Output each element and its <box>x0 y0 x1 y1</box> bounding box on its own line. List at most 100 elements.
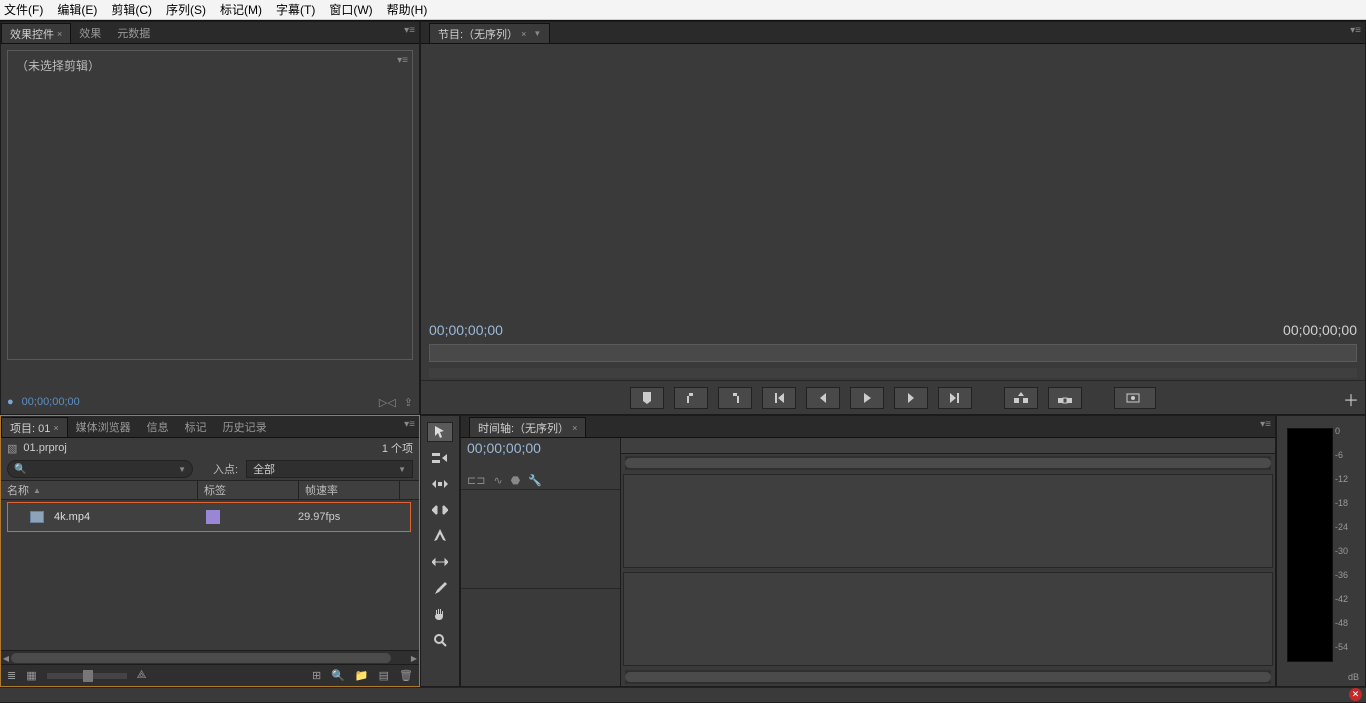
source-timecode[interactable]: 00;00;00;00 <box>22 396 80 408</box>
linked-selection-icon[interactable]: ∿ <box>493 474 502 487</box>
rate-stretch-tool[interactable] <box>427 500 453 520</box>
meter-tick: -54 <box>1335 642 1348 652</box>
tab-project[interactable]: 项目: 01× <box>1 417 68 437</box>
col-name-header[interactable]: 名称▲ <box>1 482 197 498</box>
button-editor-add[interactable]: ＋ <box>1343 387 1359 411</box>
zoom-tool[interactable] <box>427 630 453 650</box>
sort-icon[interactable]: ⟁ <box>137 669 147 682</box>
scroll-left-icon[interactable]: ◀ <box>1 652 11 664</box>
scrollbar-thumb[interactable] <box>11 653 391 663</box>
menu-clip[interactable]: 剪辑(C) <box>111 1 152 18</box>
icon-view-button[interactable]: ▦ <box>26 669 36 682</box>
slider-knob[interactable] <box>83 670 93 682</box>
panel-menu-icon[interactable]: ▾≡ <box>404 419 415 430</box>
tab-effect-controls[interactable]: 效果控件× <box>1 23 71 43</box>
statusbar: ✕ <box>0 687 1366 702</box>
project-item-label-color[interactable] <box>206 510 220 524</box>
play-button[interactable] <box>850 387 884 409</box>
project-h-scrollbar[interactable]: ◀ ▶ <box>1 650 419 664</box>
slip-tool[interactable] <box>427 552 453 572</box>
video-track-headers[interactable] <box>461 489 620 588</box>
chevron-down-icon[interactable]: ▼ <box>533 29 541 38</box>
delete-button[interactable]: 🗑 <box>399 669 413 682</box>
project-item-list[interactable]: 4k.mp4 29.97fps <box>1 500 419 650</box>
go-to-out-button[interactable] <box>938 387 972 409</box>
selection-tool[interactable] <box>427 422 453 442</box>
tab-metadata[interactable]: 元数据 <box>109 23 158 43</box>
snap-icon[interactable]: ⊏⊐ <box>467 474 485 487</box>
go-to-in-button[interactable] <box>762 387 796 409</box>
menu-subtitle[interactable]: 字幕(T) <box>276 1 315 18</box>
ripple-edit-tool[interactable] <box>427 474 453 494</box>
lift-button[interactable] <box>1004 387 1038 409</box>
program-ruler[interactable] <box>429 368 1357 378</box>
inpoint-filter-select[interactable]: 全部 ▼ <box>246 460 413 478</box>
audio-track-headers[interactable] <box>461 588 620 687</box>
col-fps-header[interactable]: 帧速率 <box>299 482 399 498</box>
tab-timeline[interactable]: 时间轴:（无序列）× <box>469 417 586 437</box>
project-search-input[interactable]: 🔍 ▼ <box>7 460 193 478</box>
panel-menu-icon[interactable]: ▾≡ <box>404 25 415 36</box>
export-frame-icon[interactable]: ⇪ <box>404 396 413 409</box>
extract-button[interactable] <box>1048 387 1082 409</box>
tab-program[interactable]: 节目:（无序列）×▼ <box>429 23 550 43</box>
menu-edit[interactable]: 编辑(E) <box>57 1 97 18</box>
meter-tick: -42 <box>1335 594 1348 604</box>
effect-box-menu-icon[interactable]: ▾≡ <box>397 55 408 66</box>
tab-info[interactable]: 信息 <box>139 417 177 437</box>
scrollbar-thumb[interactable] <box>625 458 1271 468</box>
mark-out-button[interactable] <box>718 387 752 409</box>
error-indicator-icon[interactable]: ✕ <box>1349 688 1362 701</box>
video-tracks[interactable] <box>623 474 1273 568</box>
mark-in-button[interactable] <box>674 387 708 409</box>
list-view-button[interactable]: ≣ <box>7 669 16 682</box>
thumbnail-size-slider[interactable] <box>47 673 127 679</box>
razor-tool[interactable] <box>427 526 453 546</box>
track-select-tool[interactable] <box>427 448 453 468</box>
panel-menu-icon[interactable]: ▾≡ <box>1260 419 1271 430</box>
close-icon[interactable]: × <box>521 29 526 39</box>
hand-tool[interactable] <box>427 604 453 624</box>
timeline-timecode[interactable]: 00;00;00;00 <box>467 440 614 456</box>
menu-marker[interactable]: 标记(M) <box>220 1 262 18</box>
timeline-ruler[interactable] <box>621 438 1275 454</box>
tab-media-browser[interactable]: 媒体浏览器 <box>68 417 139 437</box>
scrollbar-thumb[interactable] <box>625 672 1271 682</box>
tab-markers[interactable]: 标记 <box>177 417 215 437</box>
step-back-button[interactable] <box>806 387 840 409</box>
col-label-header[interactable]: 标签 <box>198 482 298 498</box>
menu-sequence[interactable]: 序列(S) <box>166 1 206 18</box>
find-button[interactable]: 🔍 <box>331 669 345 682</box>
audio-meter[interactable] <box>1287 428 1333 662</box>
program-timecode-current[interactable]: 00;00;00;00 <box>429 322 503 338</box>
project-item-row[interactable]: 4k.mp4 29.97fps <box>7 502 411 532</box>
program-monitor-view[interactable]: 00;00;00;00 00;00;00;00 <box>421 44 1365 380</box>
pen-tool[interactable] <box>427 578 453 598</box>
step-forward-button[interactable] <box>894 387 928 409</box>
add-marker-button[interactable] <box>630 387 664 409</box>
scroll-right-icon[interactable]: ▶ <box>409 652 419 664</box>
tab-effects[interactable]: 效果 <box>71 23 109 43</box>
new-item-button[interactable]: ▤ <box>379 669 389 682</box>
timeline-h-scrollbar[interactable] <box>625 670 1271 684</box>
program-timeline-bar[interactable] <box>429 344 1357 362</box>
sort-asc-icon: ▲ <box>33 486 41 495</box>
automate-to-sequence-button[interactable]: ⊞ <box>312 669 321 682</box>
settings-icon[interactable]: 🔧 <box>528 474 542 487</box>
tab-history[interactable]: 历史记录 <box>215 417 275 437</box>
menu-window[interactable]: 窗口(W) <box>329 1 372 18</box>
export-frame-button[interactable] <box>1114 387 1156 409</box>
panel-menu-icon[interactable]: ▾≡ <box>1350 25 1361 36</box>
no-clip-label: （未选择剪辑） <box>8 51 412 80</box>
close-icon[interactable]: × <box>53 423 58 433</box>
audio-tracks[interactable] <box>623 572 1273 666</box>
chevron-down-icon[interactable]: ▼ <box>178 465 186 474</box>
new-bin-button[interactable]: 📁 <box>355 669 369 682</box>
menu-help[interactable]: 帮助(H) <box>387 1 428 18</box>
timeline-zoom-scrollbar[interactable] <box>625 456 1271 470</box>
close-icon[interactable]: × <box>572 423 577 433</box>
menu-file[interactable]: 文件(F) <box>4 1 43 18</box>
close-icon[interactable]: × <box>57 29 62 39</box>
marker-icon[interactable]: ⬣ <box>511 474 521 487</box>
loop-icon[interactable]: ▷◁ <box>379 396 396 409</box>
